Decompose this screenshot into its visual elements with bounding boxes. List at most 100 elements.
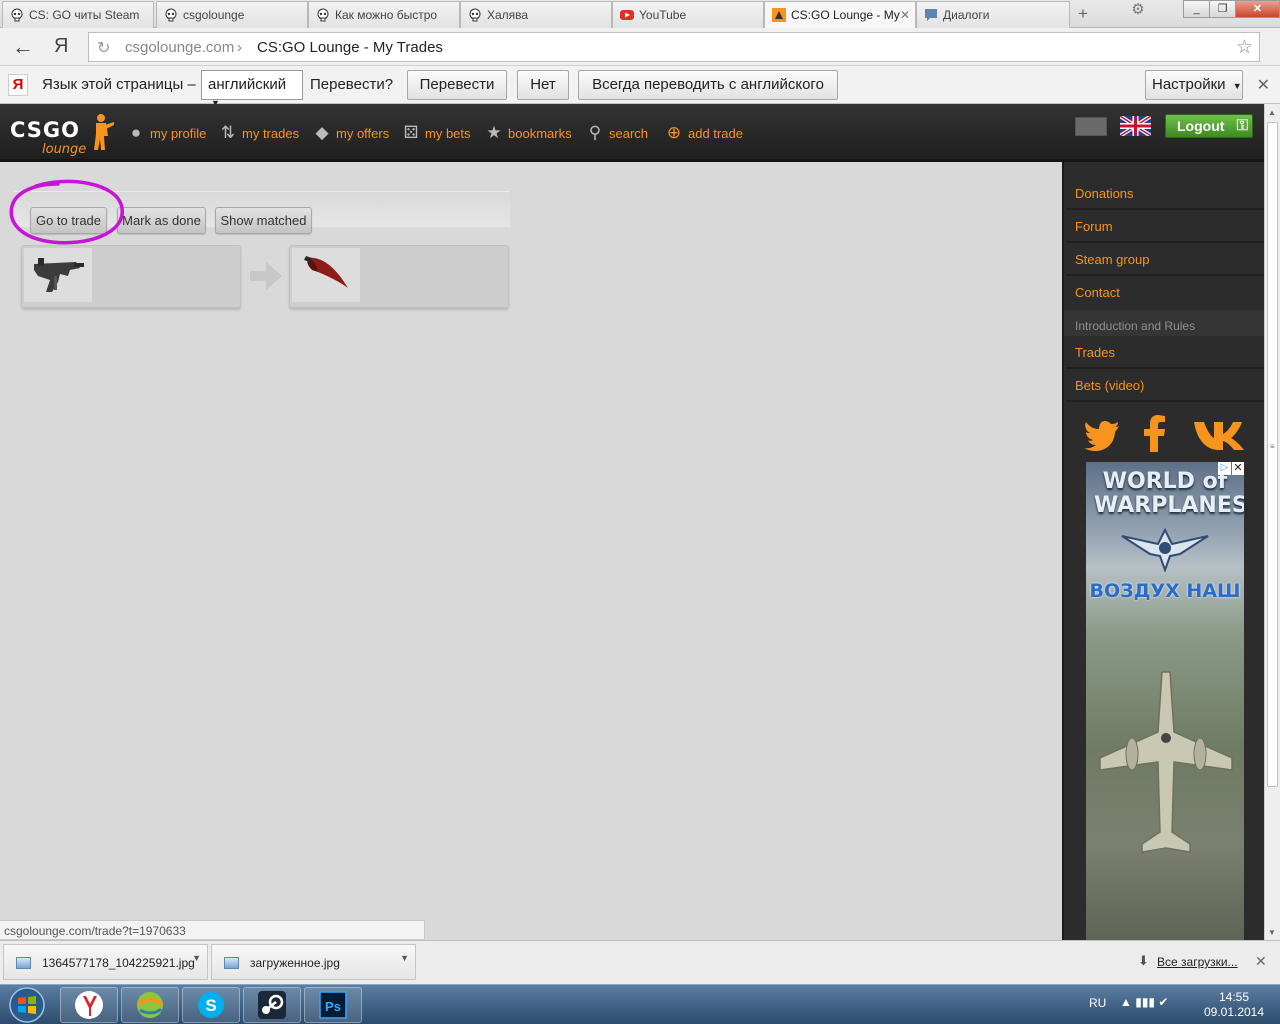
uk-flag-icon[interactable]	[1120, 116, 1151, 136]
tab-csgolounge[interactable]: csgolounge	[156, 1, 308, 28]
highlight-circle-annotation	[9, 179, 124, 245]
sidebar-link-donations[interactable]: Donations	[1075, 186, 1134, 201]
offered-item[interactable]	[24, 248, 92, 302]
nav-my-profile[interactable]: ● my profile	[126, 122, 207, 144]
tab-title: CS: GO читы Steam	[29, 8, 140, 22]
tab-cs-go-cheats[interactable]: CS: GO читы Steam	[2, 1, 154, 28]
scroll-up-arrow-icon[interactable]: ▲	[1268, 108, 1276, 117]
sidebar-link-forum[interactable]: Forum	[1075, 219, 1113, 234]
tab-title: Как можно быстро	[335, 8, 438, 22]
sidebar-link-bets-video[interactable]: Bets (video)	[1075, 378, 1144, 393]
yandex-logo: Я	[8, 74, 28, 96]
csgolounge-logo[interactable]: CSGO lounge	[10, 118, 86, 157]
sidebar-divider	[1066, 208, 1264, 210]
skull-icon	[165, 8, 177, 22]
download-arrow-icon: ⬇	[1138, 953, 1149, 968]
photoshop-icon[interactable]: Ps	[304, 987, 362, 1023]
nav-search[interactable]: ⚲ search	[585, 122, 648, 144]
flag-placeholder-icon[interactable]	[1075, 117, 1107, 136]
close-tab-icon[interactable]: ✕	[900, 8, 910, 22]
yandex-home-icon[interactable]: Я	[54, 35, 68, 58]
mark-as-done-button[interactable]: Mark as done	[117, 207, 206, 234]
ad-title-line2: WARPLANES	[1094, 493, 1244, 518]
page-scrollbar[interactable]: ▲ ≡ ▼	[1264, 104, 1280, 940]
back-arrow-icon[interactable]: ←	[12, 34, 34, 60]
right-sidebar: Donations Forum Steam group Contact Intr…	[1062, 162, 1264, 940]
skype-icon[interactable]: S	[182, 987, 240, 1023]
close-translate-bar-icon[interactable]: ✕	[1257, 75, 1270, 95]
sidebar-link-trades[interactable]: Trades	[1075, 345, 1115, 360]
chat-icon	[925, 9, 937, 21]
clock-time: 14:55	[1218, 990, 1250, 1004]
address-separator: ›	[237, 39, 242, 56]
nav-add-trade[interactable]: ⊕ add trade	[664, 122, 743, 144]
offered-items-card[interactable]	[21, 245, 241, 308]
language-select[interactable]: английский ▼	[201, 70, 303, 108]
restore-button[interactable]: ❐	[1209, 0, 1236, 18]
close-download-shelf-icon[interactable]: ✕	[1255, 953, 1267, 970]
tab-freebie[interactable]: Халява	[460, 1, 612, 28]
tab-how-fast[interactable]: Как можно быстро	[308, 1, 460, 28]
ad-info-icon[interactable]: ▷	[1218, 462, 1231, 475]
nav-bookmarks[interactable]: ★ bookmarks	[484, 122, 571, 144]
system-tray-icons[interactable]: ▲ ▮▮▮ ✔	[1120, 995, 1168, 1009]
wanted-item[interactable]	[292, 248, 360, 302]
tab-youtube[interactable]: YouTube	[612, 1, 764, 28]
site-header: CSGO lounge ● my profile ⇅ my trades ◆ m…	[0, 104, 1264, 162]
yandex-browser-icon[interactable]	[60, 987, 118, 1023]
all-downloads-link[interactable]: Все загрузки...	[1157, 955, 1238, 969]
language-select-value: английский	[208, 76, 287, 93]
address-bar[interactable]: ↻ csgolounge.com › CS:GO Lounge - My Tra…	[88, 32, 1260, 62]
download-shelf: 1364577178_104225921.jpg ▼ загруженное.j…	[0, 940, 1280, 984]
advertisement-banner[interactable]: WORLD of WARPLANES ВОЗДУХ НАШ ▷ ✕	[1086, 462, 1244, 940]
ad-title-line1: WORLD of	[1102, 469, 1228, 494]
steam-icon[interactable]	[243, 987, 301, 1023]
vk-icon[interactable]	[1192, 414, 1246, 454]
new-tab-button[interactable]: +	[1078, 4, 1088, 24]
minimize-button[interactable]: _	[1183, 0, 1210, 18]
bookmark-star-icon[interactable]: ☆	[1236, 36, 1253, 59]
tab-title: CS:GO Lounge - My	[791, 8, 900, 22]
my-trades-content: Go to trade Mark as done Show matched	[0, 165, 1062, 940]
nav-my-bets[interactable]: ⚄ my bets	[401, 122, 471, 144]
smg-weapon-icon	[34, 258, 84, 292]
translate-settings-button[interactable]: Настройки ▼	[1145, 70, 1243, 100]
gear-icon[interactable]: ⚙	[1124, 0, 1152, 20]
no-translate-button[interactable]: Нет	[517, 70, 569, 100]
system-clock[interactable]: 14:55 09.01.2014	[1202, 990, 1266, 1020]
ad-close-icon[interactable]: ✕	[1232, 462, 1244, 475]
tab-csgolounge-my-trades[interactable]: CS:GO Lounge - My ✕	[764, 1, 916, 28]
sidebar-link-steam-group[interactable]: Steam group	[1075, 252, 1149, 267]
scroll-down-arrow-icon[interactable]: ▼	[1268, 928, 1276, 937]
close-window-button[interactable]: ✕	[1235, 0, 1280, 18]
wings-emblem-icon	[1121, 527, 1209, 572]
download-item[interactable]: 1364577178_104225921.jpg ▼	[3, 944, 208, 980]
nav-my-trades[interactable]: ⇅ my trades	[218, 122, 299, 144]
show-matched-button[interactable]: Show matched	[215, 207, 312, 234]
app-icon[interactable]	[121, 987, 179, 1023]
wanted-items-card[interactable]	[289, 245, 509, 308]
translate-button[interactable]: Перевести	[407, 70, 507, 100]
sidebar-link-contact[interactable]: Contact	[1075, 285, 1120, 300]
scrollbar-thumb[interactable]	[1267, 122, 1278, 787]
always-translate-button[interactable]: Всегда переводить с английского	[578, 70, 838, 100]
translate-bar: Я Язык этой страницы – английский ▼ Пере…	[0, 66, 1280, 108]
reload-icon[interactable]: ↻	[97, 38, 110, 58]
knife-icon	[304, 256, 348, 288]
logout-button[interactable]: Logout ⚿	[1165, 114, 1253, 138]
ad-title: WORLD of WARPLANES	[1094, 469, 1244, 518]
nav-my-offers[interactable]: ◆ my offers	[312, 122, 389, 144]
dropdown-caret-icon[interactable]: ▼	[192, 953, 201, 963]
twitter-icon[interactable]	[1082, 414, 1122, 454]
dropdown-caret-icon[interactable]: ▼	[400, 953, 409, 963]
nav-label: my bets	[425, 125, 471, 141]
tab-title: Халява	[487, 8, 529, 22]
soldier-logo-icon	[94, 114, 114, 150]
facebook-icon[interactable]	[1140, 414, 1170, 454]
download-item[interactable]: загруженное.jpg ▼	[211, 944, 416, 980]
link-status-bubble: csgolounge.com/trade?t=1970633	[0, 920, 425, 940]
keyboard-language[interactable]: RU	[1089, 996, 1106, 1010]
windows-start-button[interactable]	[2, 985, 52, 1024]
nav-label: my trades	[242, 125, 300, 141]
tab-dialogs[interactable]: Диалоги	[916, 1, 1070, 28]
